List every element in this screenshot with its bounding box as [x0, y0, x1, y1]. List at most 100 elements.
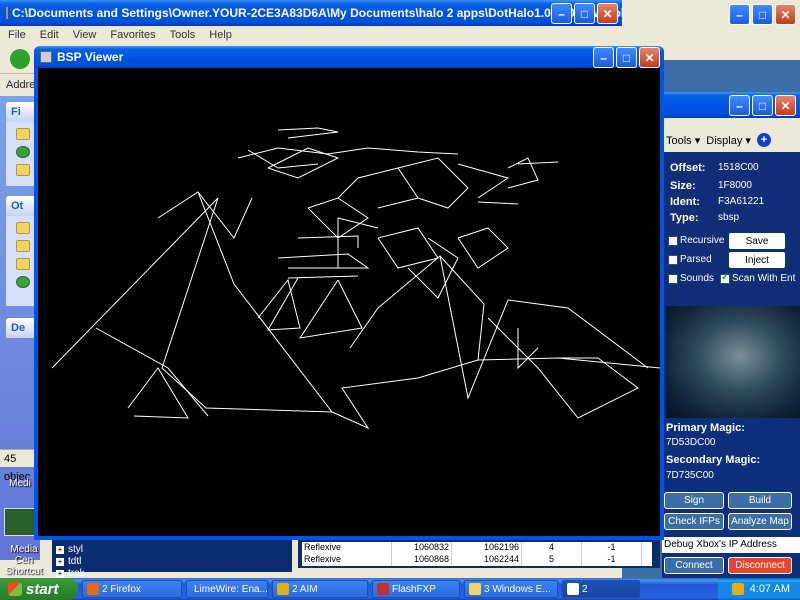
explorer-window-controls: – □ ✕ [551, 3, 618, 24]
scan-with-ent-checkbox[interactable] [720, 272, 730, 284]
parsed-checkbox[interactable] [668, 255, 678, 265]
windows-logo-icon [8, 582, 22, 596]
analyze-map-button[interactable]: Analyze Map [728, 513, 792, 530]
explorer-title-bar[interactable]: C:\Documents and Settings\Owner.YOUR-2CE… [0, 0, 622, 26]
maximize-button[interactable]: □ [616, 47, 637, 68]
table-cell: -1 [582, 554, 642, 566]
minimize-button[interactable]: – [551, 3, 572, 24]
close-button[interactable]: ✕ [775, 4, 796, 25]
task-label: 2 AIM [292, 583, 318, 595]
system-tray: 4:07 AM [717, 578, 800, 600]
ident-value: F3A61221 [718, 196, 765, 207]
table-row[interactable]: Reflexive 1060868 1062244 5 -1 [302, 554, 652, 566]
globe-icon [16, 146, 30, 158]
menu-display[interactable]: Display ▾ [706, 134, 751, 147]
size-label: Size: [670, 180, 696, 192]
clock[interactable]: 4:07 AM [750, 583, 790, 595]
start-button[interactable]: start [0, 578, 78, 600]
menu-favorites[interactable]: Favorites [110, 29, 155, 41]
minimize-button[interactable]: – [729, 4, 750, 25]
sign-button[interactable]: Sign [664, 492, 724, 509]
bsp-viewer-title: BSP Viewer [57, 50, 124, 64]
sounds-checkbox[interactable] [668, 274, 678, 284]
table-cell: 4 [522, 542, 582, 554]
inject-button[interactable]: Inject [728, 251, 786, 269]
folder-icon [16, 240, 30, 252]
close-button[interactable]: ✕ [775, 95, 796, 116]
reflexive-table: Reflexive 1060832 1062196 4 -1 Reflexive… [298, 540, 660, 568]
maximize-button[interactable]: □ [752, 95, 773, 116]
media-center-icon[interactable] [4, 508, 38, 536]
close-button[interactable]: ✕ [639, 47, 660, 68]
check-ifps-button[interactable]: Check IFPs [664, 513, 724, 530]
maximize-button[interactable]: □ [752, 4, 773, 25]
close-button[interactable]: ✕ [597, 3, 618, 24]
network-icon [16, 276, 30, 288]
task-flashfxp[interactable]: FlashFXP [372, 580, 460, 598]
desktop-icon-label: Media Cen Shortcut [5, 544, 43, 577]
folder-icon [16, 222, 30, 234]
task-label: 3 Windows E... [484, 583, 551, 595]
task-group[interactable]: 2 [562, 580, 640, 598]
menu-help[interactable]: Help [209, 29, 232, 41]
dothalo-title-bar[interactable]: – □ ✕ [662, 92, 800, 118]
table-cell: 5 [522, 554, 582, 566]
bsp-wireframe [51, 127, 661, 430]
menu-edit[interactable]: Edit [40, 29, 59, 41]
tray-icon[interactable] [731, 583, 744, 595]
tree-item[interactable]: + tdtl [56, 556, 81, 567]
ident-label: Ident: [670, 196, 700, 208]
firefox-icon [87, 583, 99, 595]
bsp-render-canvas[interactable] [38, 68, 661, 536]
taskbar: start 2 Firefox LimeWire: Ena... 2 AIM F… [0, 578, 800, 600]
build-button[interactable]: Build [728, 492, 792, 509]
expand-icon[interactable]: + [56, 557, 64, 566]
table-cell: 1060832 [392, 542, 452, 554]
task-windows-explorer[interactable]: 3 Windows E... [464, 580, 558, 598]
task-label: 2 [582, 583, 588, 595]
menu-view[interactable]: View [73, 29, 97, 41]
task-aim[interactable]: 2 AIM [272, 580, 368, 598]
folder-icon [16, 128, 30, 140]
recursive-checkbox[interactable] [668, 236, 678, 246]
add-icon[interactable]: + [756, 133, 771, 147]
offset-label: Offset: [670, 162, 706, 174]
expand-icon[interactable]: + [56, 545, 64, 554]
primary-magic-value: 7D53DC00 [666, 437, 716, 448]
share-icon [16, 164, 30, 176]
bsp-viewer-title-bar[interactable]: BSP Viewer – □ ✕ [34, 46, 664, 68]
table-cell: Reflexive [302, 542, 392, 554]
save-button[interactable]: Save [728, 232, 786, 250]
tree-item[interactable]: + styl [56, 544, 83, 555]
window-controls: – □ ✕ [729, 4, 796, 25]
task-firefox[interactable]: 2 Firefox [82, 580, 182, 598]
maximize-button[interactable]: □ [574, 3, 595, 24]
table-cell: 1062196 [452, 542, 522, 554]
dothalo-window: – □ ✕ Tools ▾ Display ▾ + Offset: 1518C0… [662, 92, 800, 578]
disconnect-button[interactable]: Disconnect [728, 557, 792, 574]
menu-tools[interactable]: Tools [170, 29, 196, 41]
minimize-button[interactable]: – [593, 47, 614, 68]
scan-with-ent-label: Scan With Ent [732, 273, 796, 284]
back-icon[interactable] [10, 49, 30, 69]
task-limewire[interactable]: LimeWire: Ena... [186, 580, 268, 598]
table-row[interactable]: Reflexive 1060832 1062196 4 -1 [302, 542, 652, 554]
tree-item-label: styl [68, 544, 83, 555]
menu-file[interactable]: File [8, 29, 26, 41]
expand-icon[interactable]: + [56, 569, 64, 578]
offset-value: 1518C00 [718, 162, 759, 173]
table-cell: Reflexive [302, 554, 392, 566]
desktop-icon-label-top: Medi [9, 478, 31, 489]
parsed-label: Parsed [680, 254, 712, 265]
connect-button[interactable]: Connect [664, 557, 724, 574]
explorer-menu-bar: File Edit View Favorites Tools Help [0, 26, 622, 44]
size-value: 1F8000 [718, 180, 752, 191]
computer-icon [16, 258, 30, 270]
minimize-button[interactable]: – [729, 95, 750, 116]
xbox-ip-address-field[interactable]: Debug Xbox's IP Address [662, 537, 800, 553]
window-controls: – □ ✕ [729, 95, 796, 116]
window-icon [567, 583, 579, 595]
task-label: 2 Firefox [102, 583, 141, 595]
menu-tools[interactable]: Tools ▾ [666, 134, 700, 147]
tool-menu-bar: Tools ▾ Display ▾ + [662, 128, 800, 152]
